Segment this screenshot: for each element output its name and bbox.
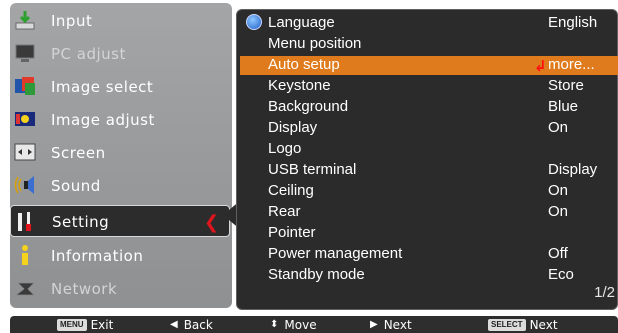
exit-hint[interactable]: MENU Exit (57, 317, 113, 332)
setting-name: Language (268, 14, 335, 31)
menu-item-label: PC adjust (51, 45, 126, 63)
up-down-arrow-icon: ⬍ (270, 319, 279, 330)
setting-name: Pointer (268, 224, 316, 241)
menu-item-image-adjust[interactable]: Image adjust (10, 104, 232, 136)
move-label: Move (284, 317, 317, 332)
enter-arrow-icon: ↲ (534, 57, 547, 75)
setting-row-usb-terminal[interactable]: USB terminal Display (240, 161, 618, 180)
next-hint[interactable]: ▶ Next (370, 317, 412, 332)
next-label: Next (383, 317, 412, 332)
menu-item-label: Image select (51, 78, 154, 96)
setting-row-background[interactable]: Background Blue (240, 98, 618, 117)
setting-name: USB terminal (268, 161, 357, 178)
setting-row-rear[interactable]: Rear On (240, 203, 618, 222)
setting-value: On (548, 119, 569, 136)
setting-value: On (548, 182, 569, 199)
setting-row-standby-mode[interactable]: Standby mode Eco (240, 266, 618, 285)
setting-row-keystone[interactable]: Keystone Store (240, 77, 618, 96)
sound-icon (14, 176, 34, 194)
menu-key-icon: MENU (57, 318, 87, 331)
pc-adjust-icon (15, 44, 35, 62)
page-indicator: 1/2 (594, 284, 615, 301)
setting-name: Auto setup (268, 56, 340, 73)
setting-row-display[interactable]: Display On (240, 119, 618, 138)
setting-name: Keystone (268, 77, 331, 94)
setting-name: Display (268, 119, 318, 136)
back-label: Back (183, 317, 213, 332)
setting-row-logo[interactable]: Logo (240, 140, 618, 159)
setting-name: Ceiling (268, 182, 314, 199)
setting-value: Blue (548, 98, 579, 115)
setting-value: Display (548, 161, 598, 178)
select-hint[interactable]: SELECT Next (488, 317, 558, 332)
menu-item-label: Screen (51, 144, 106, 162)
menu-item-label: Information (51, 247, 144, 265)
globe-icon (246, 14, 262, 30)
menu-item-sound[interactable]: Sound (10, 170, 232, 202)
setting-row-ceiling[interactable]: Ceiling On (240, 182, 618, 201)
setting-name: Rear (268, 203, 301, 220)
setting-name: Menu position (268, 35, 362, 52)
setting-name: Logo (268, 140, 302, 157)
image-adjust-icon (15, 112, 35, 126)
setting-row-auto-setup[interactable]: Auto setup ↲ more... (240, 56, 618, 75)
setting-value: On (548, 203, 569, 220)
information-icon (22, 245, 28, 265)
menu-item-pc-adjust[interactable]: PC adjust (10, 38, 232, 70)
main-menu: Input PC adjust Image select Image adjus… (10, 3, 232, 308)
menu-item-label: Network (51, 280, 118, 298)
exit-label: Exit (90, 317, 114, 332)
back-hint[interactable]: ◀ Back (170, 317, 213, 332)
setting-name: Background (268, 98, 349, 115)
setting-value: Eco (548, 266, 574, 283)
setting-row-language[interactable]: Language English (240, 14, 618, 33)
setting-value: English (548, 14, 598, 31)
menu-item-input[interactable]: Input (10, 5, 232, 37)
menu-item-label: Setting (52, 213, 110, 231)
left-arrow-icon: ◀ (170, 319, 178, 330)
setting-value: more... (548, 56, 595, 73)
status-bar: MENU Exit ◀ Back ⬍ Move ▶ Next SELECT Ne… (10, 316, 618, 333)
network-icon (14, 282, 35, 296)
menu-item-label: Image adjust (51, 111, 155, 129)
setting-icon (18, 212, 31, 231)
image-select-icon (15, 77, 35, 95)
right-arrow-icon: ▶ (370, 319, 378, 330)
settings-panel: Language English Menu position Auto setu… (236, 9, 618, 310)
menu-item-label: Input (51, 12, 93, 30)
setting-row-pointer[interactable]: Pointer (240, 224, 618, 243)
projector-menu-screen: Input PC adjust Image select Image adjus… (0, 0, 618, 313)
menu-item-label: Sound (51, 177, 101, 195)
select-key-icon: SELECT (488, 318, 526, 331)
input-icon (15, 11, 35, 30)
setting-name: Power management (268, 245, 403, 262)
menu-item-network[interactable]: Network (10, 273, 232, 305)
menu-item-screen[interactable]: Screen (10, 137, 232, 169)
menu-item-image-select[interactable]: Image select (10, 71, 232, 103)
menu-item-setting[interactable]: Setting ❮ (10, 205, 230, 237)
menu-item-information[interactable]: Information (10, 240, 232, 272)
setting-value: Store (548, 77, 584, 94)
setting-row-menu-position[interactable]: Menu position (240, 35, 618, 54)
select-next-label: Next (529, 317, 558, 332)
screen-icon (14, 143, 36, 161)
move-hint[interactable]: ⬍ Move (270, 317, 317, 332)
setting-value: Off (548, 245, 568, 262)
setting-name: Standby mode (268, 266, 365, 283)
setting-row-power-management[interactable]: Power management Off (240, 245, 618, 264)
selected-arrow-icon: ❮ (204, 212, 220, 233)
